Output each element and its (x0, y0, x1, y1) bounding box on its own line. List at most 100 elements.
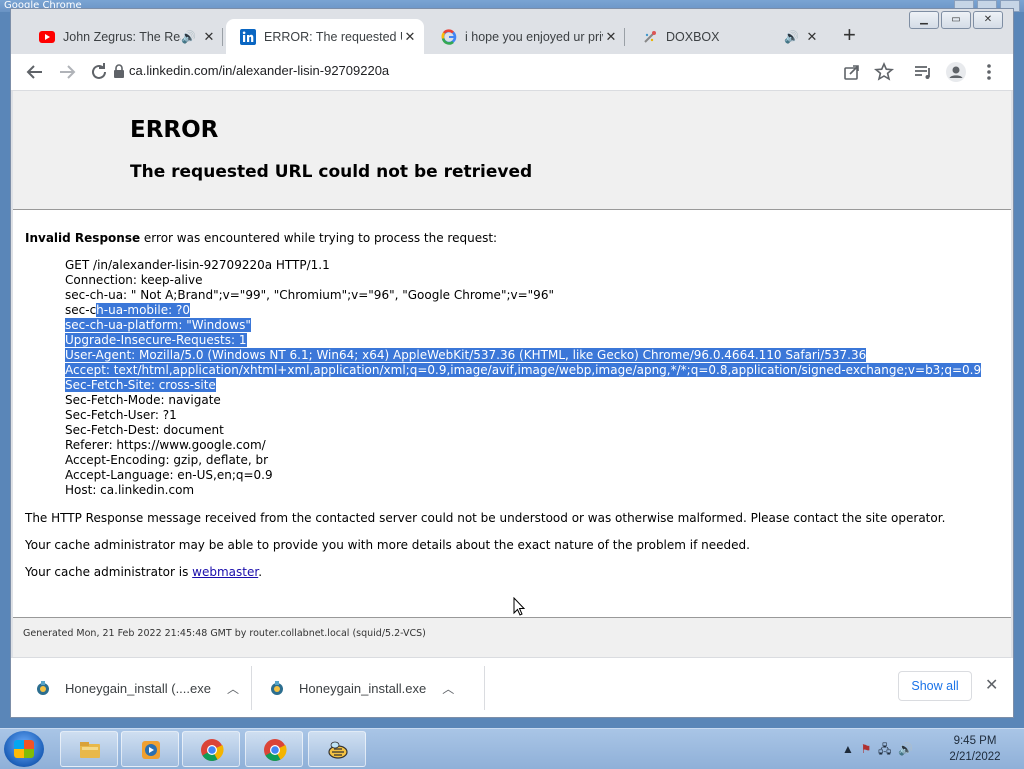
request-line-text: Accept-Language: en-US,en;q=0.9 (65, 468, 273, 482)
selected-text: Upgrade-Insecure-Requests: 1 (65, 333, 247, 347)
reload-icon (92, 63, 106, 79)
request-line: Referer: https://www.google.com/ (65, 438, 266, 453)
window-controls: ▁ ▭ ✕ (909, 11, 1003, 29)
minimize-button[interactable]: ▁ (909, 11, 939, 29)
avatar-icon (946, 62, 966, 82)
selected-text: h-ua-mobile: ?0 (96, 303, 190, 317)
close-icon[interactable]: ✕ (804, 29, 820, 45)
star-icon (873, 62, 895, 81)
honeygain-file-icon (271, 681, 283, 695)
request-line-text: Connection: keep-alive (65, 273, 203, 287)
request-line: Sec-Fetch-Site: cross-site (65, 378, 216, 393)
tab-doxbox[interactable]: DOXBOX 🔊 ✕ (628, 19, 826, 54)
folder-icon (80, 742, 100, 758)
taskbar-honeygain[interactable] (308, 731, 366, 767)
close-window-button[interactable]: ✕ (973, 11, 1003, 29)
request-line: Sec-Fetch-User: ?1 (65, 408, 177, 423)
close-icon[interactable]: ✕ (603, 29, 619, 45)
clock-time: 9:45 PM (953, 735, 997, 747)
start-button[interactable] (4, 731, 44, 767)
close-icon[interactable]: ✕ (402, 29, 418, 45)
network-icon[interactable]: 🖧 (878, 742, 891, 756)
share-button[interactable] (840, 60, 864, 84)
error-body: Invalid Response error was encountered w… (25, 231, 1005, 592)
error-footer: Generated Mon, 21 Feb 2022 21:45:48 GMT … (13, 617, 1011, 657)
volume-icon[interactable]: 🔊 (898, 742, 913, 756)
clock-date: 2/21/2022 (949, 751, 1001, 763)
request-line: User-Agent: Mozilla/5.0 (Windows NT 6.1;… (65, 348, 867, 363)
tab-title: i hope you enjoyed ur priv (465, 29, 603, 44)
speaker-icon[interactable]: 🔊 (181, 30, 196, 44)
tab-google[interactable]: i hope you enjoyed ur priv ✕ (427, 19, 625, 54)
webmaster-link[interactable]: webmaster (192, 565, 258, 579)
menu-button[interactable] (977, 60, 1001, 84)
error-title: ERROR (130, 117, 219, 143)
linkedin-icon (240, 28, 256, 45)
action-center-icon[interactable]: ⚑ (861, 742, 872, 756)
taskbar-media-player[interactable] (121, 731, 179, 767)
show-all-button[interactable]: Show all (898, 671, 972, 701)
reload-button[interactable] (87, 60, 111, 84)
tab-strip: John Zegrus: The Real 🔊 ✕ ERROR: The req… (11, 9, 1013, 54)
download-item[interactable]: Honeygain_install (....exe ︿ (35, 658, 239, 717)
download-bar: Honeygain_install (....exe ︿ Honeygain_i… (11, 657, 1013, 717)
selected-text: Accept: text/html,application/xhtml+xml,… (65, 363, 982, 377)
tab-youtube[interactable]: John Zegrus: The Real 🔊 ✕ (25, 19, 223, 54)
back-button[interactable] (23, 60, 47, 84)
maximize-button[interactable]: ▭ (941, 11, 971, 29)
profile-button[interactable] (944, 60, 968, 84)
intro-paragraph: Invalid Response error was encountered w… (25, 231, 1005, 245)
tab-title: ERROR: The requested UR (264, 29, 402, 44)
google-icon (441, 28, 457, 45)
page-content: ERROR The requested URL could not be ret… (13, 91, 1011, 657)
arrow-right-icon (60, 65, 76, 79)
tab-error[interactable]: ERROR: The requested UR ✕ (226, 19, 424, 54)
request-line-text: sec-c (65, 303, 97, 317)
download-item[interactable]: Honeygain_install.exe ︿ (269, 658, 454, 717)
chevron-up-icon[interactable]: ︿ (227, 680, 239, 697)
request-line: Accept-Encoding: gzip, deflate, br (65, 453, 268, 468)
media-control-button[interactable] (911, 60, 935, 84)
lock-icon[interactable] (113, 64, 125, 78)
request-line-text: GET /in/alexander-lisin-92709220a HTTP/1… (65, 258, 330, 272)
doxbox-icon (644, 30, 656, 43)
intro-bold: Invalid Response (25, 231, 141, 245)
chevron-up-icon[interactable]: ︿ (442, 680, 454, 697)
request-line: GET /in/alexander-lisin-92709220a HTTP/1… (65, 258, 330, 273)
request-line-text: sec-ch-ua: " Not A;Brand";v="99", "Chrom… (65, 288, 554, 302)
tray-expand-icon[interactable]: ▲ (842, 742, 854, 756)
browser-toolbar: ca.linkedin.com/in/alexander-lisin-92709… (11, 54, 1013, 91)
forward-button[interactable] (55, 60, 79, 84)
para-cache-admin: Your cache administrator is webmaster. (25, 565, 1005, 579)
taskbar-chrome-2[interactable] (245, 731, 303, 767)
selected-text: User-Agent: Mozilla/5.0 (Windows NT 6.1;… (65, 348, 867, 362)
speaker-icon[interactable]: 🔊 (784, 30, 799, 44)
mouse-cursor-icon (513, 597, 526, 616)
playlist-icon (915, 66, 930, 79)
close-icon[interactable]: ✕ (985, 675, 998, 695)
admin-suffix: . (258, 565, 263, 579)
honeygain-file-icon (37, 681, 49, 695)
taskbar-chrome[interactable] (182, 731, 240, 767)
browser-window: John Zegrus: The Real 🔊 ✕ ERROR: The req… (10, 8, 1014, 718)
selected-text: Sec-Fetch-Site: cross-site (65, 378, 216, 392)
request-line: sec-ch-ua: " Not A;Brand";v="99", "Chrom… (65, 288, 554, 303)
system-tray: ▲ ⚑ 🖧 🔊 (842, 740, 913, 761)
new-tab-button[interactable]: + (843, 24, 856, 46)
bookmark-button[interactable] (872, 60, 896, 84)
kebab-menu-icon (987, 64, 991, 80)
request-line-text: Referer: https://www.google.com/ (65, 438, 266, 452)
para-response: The HTTP Response message received from … (25, 511, 946, 525)
system-clock[interactable]: 9:45 PM 2/21/2022 (940, 733, 1010, 765)
close-icon[interactable]: ✕ (201, 29, 217, 45)
intro-text: error was encountered while trying to pr… (140, 231, 498, 245)
request-line: Upgrade-Insecure-Requests: 1 (65, 333, 247, 348)
address-bar[interactable]: ca.linkedin.com/in/alexander-lisin-92709… (129, 63, 389, 78)
error-header: ERROR The requested URL could not be ret… (13, 91, 1011, 210)
request-line: Accept-Language: en-US,en;q=0.9 (65, 468, 273, 483)
youtube-icon (39, 30, 55, 43)
request-line: Connection: keep-alive (65, 273, 203, 288)
request-line-text: Host: ca.linkedin.com (65, 483, 195, 497)
error-subtitle: The requested URL could not be retrieved (130, 162, 533, 182)
taskbar-explorer[interactable] (60, 731, 118, 767)
